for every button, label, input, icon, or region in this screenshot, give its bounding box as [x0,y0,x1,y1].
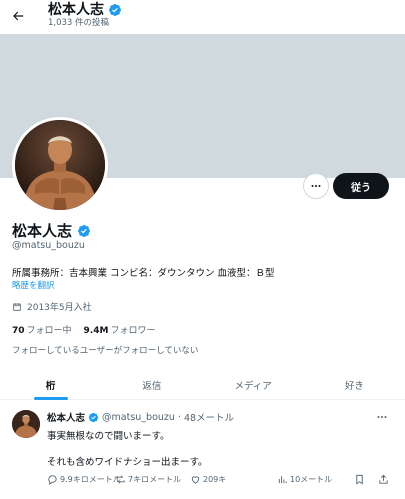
tab-media[interactable]: メディア [203,370,304,399]
views-chart-icon [278,476,287,484]
views-count: 10メートル [290,475,333,484]
tweet[interactable]: 松本人志 @matsu_bouzu · 48メートル 事実無根なので闘いまーす。… [0,401,405,499]
avatar[interactable] [15,120,105,210]
retweet-icon [116,475,125,484]
heart-icon [191,476,200,484]
tweet-header: 松本人志 @matsu_bouzu · 48メートル [47,410,234,425]
views-button[interactable]: 10メートル [277,474,332,485]
follow-button[interactable]: 従う [333,173,389,199]
following-count: 70 [12,326,25,336]
bookmark-button[interactable] [354,474,365,485]
reply-icon [48,475,57,485]
profile-avatar-frame[interactable] [12,117,108,213]
header-title: 松本人志 [48,2,122,18]
following-link[interactable]: 70 フォロー中 [12,323,72,336]
post-count: 1,033 件の投稿 [48,18,110,28]
like-button[interactable]: 209キ [190,474,226,485]
tweet-author-name[interactable]: 松本人志 [47,410,85,424]
tweet-meta-separator: · [177,411,181,423]
tweet-timestamp[interactable]: 48メートル [184,410,234,424]
tweet-text-line-1: 事実無根なので闘いまーす。 [47,431,170,442]
followers-label: フォロワー [110,326,156,336]
tweet-text-line-2: それも含めワイドナショー出まーす。 [47,457,208,468]
tweet-avatar[interactable] [12,410,40,438]
avatar-figure-image [15,120,105,210]
tab-replies[interactable]: 返信 [101,370,202,399]
arrow-left-icon [13,11,24,21]
profile-handle: @matsu_bouzu [12,240,85,251]
reply-button[interactable]: 9.9キロメートル [47,474,121,485]
tweet-avatar-figure-image [12,410,40,438]
tweet-more-button[interactable] [373,410,391,424]
tweet-author-handle[interactable]: @matsu_bouzu [102,412,175,423]
followers-count: 9.4M [83,326,109,336]
following-label: フォロー中 [26,326,72,336]
tweet-actions: 9.9キロメートル 7キロメートル 209キ 10メートル [47,474,392,490]
translate-bio-link[interactable]: 略歴を翻訳 [12,279,55,291]
retweet-count: 7キロメートル [128,475,182,484]
verified-badge-icon[interactable] [77,224,91,238]
mutual-followers-note: フォローしているユーザーがフォローしていない [12,346,199,356]
display-name-text: 松本人志 [12,222,73,240]
followers-link[interactable]: 9.4M フォロワー [84,323,156,336]
verified-badge-icon [88,412,99,422]
joined-date: 2013年5月入社 [12,300,92,313]
bookmark-icon [356,474,363,485]
calendar-icon [13,302,21,311]
profile-bio: 所属事務所：吉本興業 コンビ名：ダウンタウン 血液型：Ｂ型 [12,268,275,279]
display-name: 松本人志 [12,222,91,240]
more-dots-icon [311,185,321,187]
top-bar: 松本人志 1,033 件の投稿 [0,0,405,34]
reply-count: 9.9キロメートル [60,475,121,484]
more-options-button[interactable] [303,173,329,199]
retweet-button[interactable]: 7キロメートル [115,474,181,485]
more-dots-icon [377,416,387,418]
share-icon [379,474,388,484]
joined-date-text: 2013年5月入社 [27,303,92,313]
verified-badge-icon [109,4,121,16]
tab-posts[interactable]: 桁 [0,370,101,399]
profile-tabs: 桁 返信 メディア 好き [0,370,405,400]
header-name: 松本人志 [48,2,104,18]
back-button[interactable] [8,6,28,26]
like-count: 209キ [203,475,227,484]
follow-stats: 70 フォロー中 9.4M フォロワー [12,323,155,336]
share-button[interactable] [378,474,389,485]
tab-likes[interactable]: 好き [304,370,405,399]
